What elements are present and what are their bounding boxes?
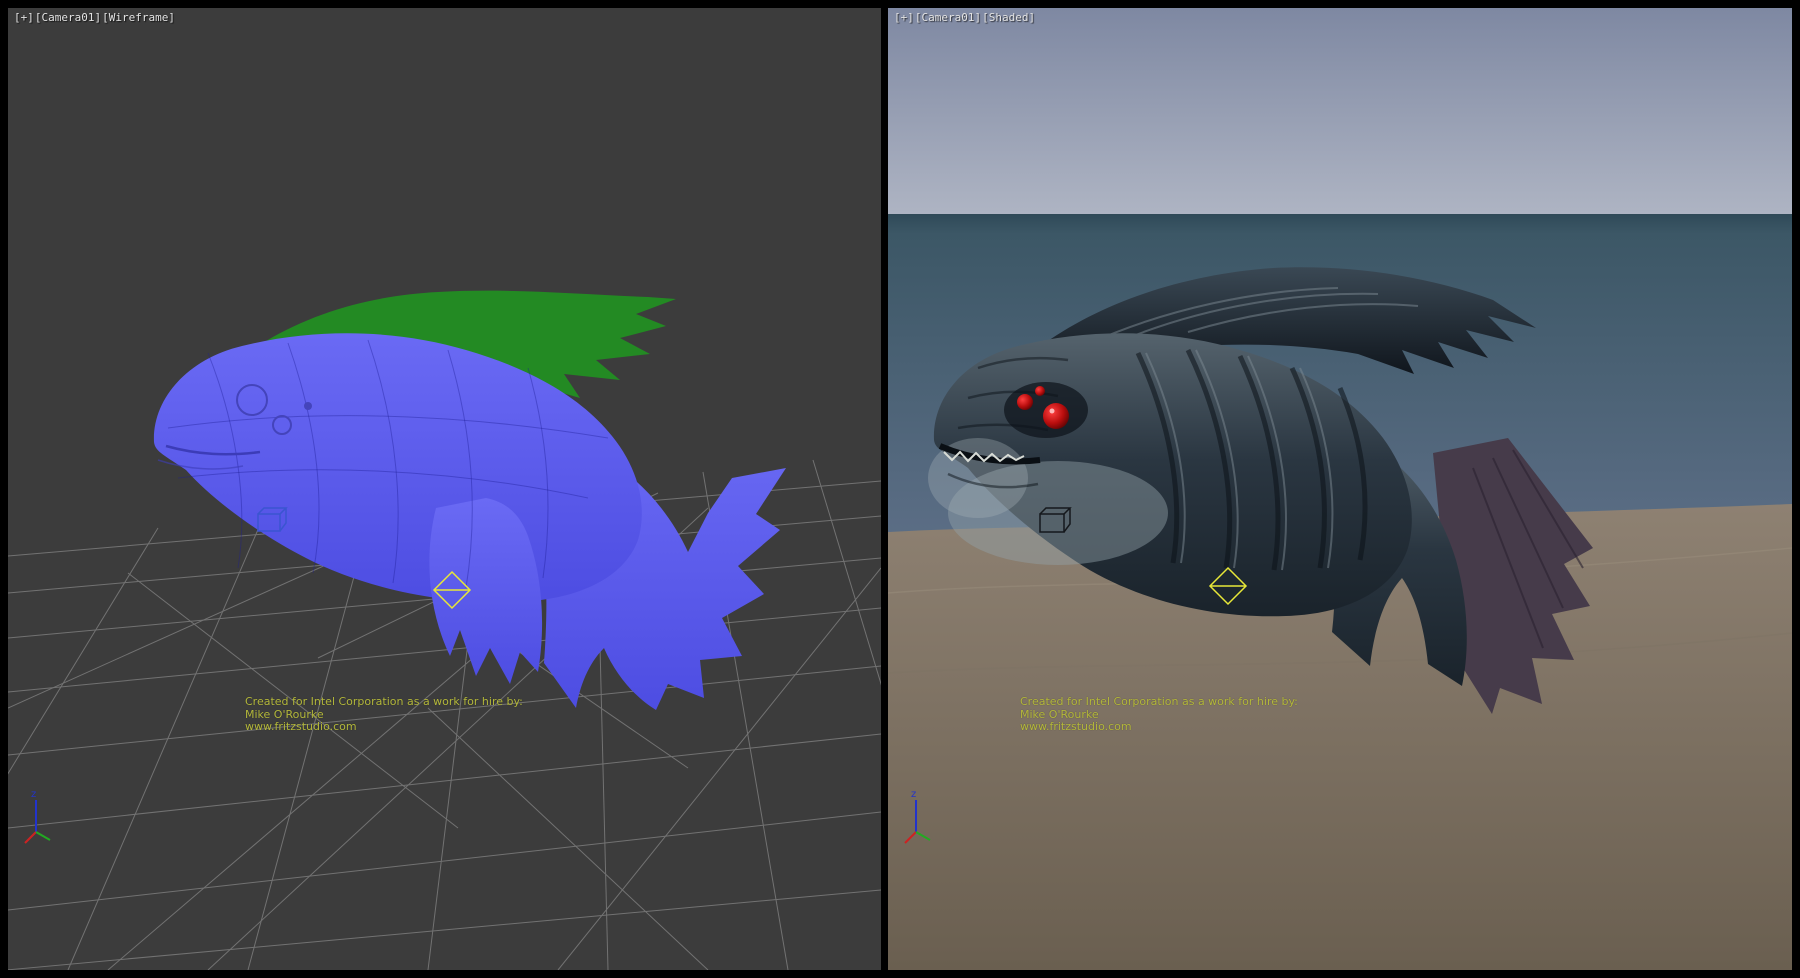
world-axis-gizmo: z [900, 786, 944, 844]
fish-eye-tertiary [1035, 386, 1045, 396]
viewport-label: [+][Camera01][Wireframe] [14, 11, 176, 24]
sky [888, 8, 1792, 214]
axis-z-label: z [911, 789, 916, 800]
viewport-menu-shading[interactable]: [Shaded] [982, 11, 1035, 24]
viewport-wireframe[interactable]: [+][Camera01][Wireframe] [8, 8, 881, 970]
viewport-menu-general[interactable]: [+] [14, 11, 34, 24]
axis-x-line [905, 832, 916, 843]
fish-eye-secondary [1017, 394, 1033, 410]
viewport-label: [+][Camera01][Shaded] [894, 11, 1036, 24]
axis-z-label: z [31, 789, 36, 800]
eye-glint [1050, 409, 1055, 414]
axis-y-line [916, 832, 930, 840]
watermark-line: Created for Intel Corporation as a work … [1020, 696, 1298, 709]
viewport-menu-camera[interactable]: [Camera01] [915, 11, 981, 24]
viewport-menu-shading[interactable]: [Wireframe] [102, 11, 175, 24]
watermark-line: www.fritzstudio.com [245, 721, 523, 734]
viewport-menu-camera[interactable]: [Camera01] [35, 11, 101, 24]
fish-eye-main [1043, 403, 1069, 429]
watermark-line: www.fritzstudio.com [1020, 721, 1298, 734]
world-axis-gizmo: z [20, 786, 64, 844]
viewport-shaded[interactable]: [+][Camera01][Shaded] [888, 8, 1792, 970]
wireframe-scene [8, 8, 881, 970]
watermark-text: Created for Intel Corporation as a work … [1020, 696, 1298, 734]
viewport-menu-general[interactable]: [+] [894, 11, 914, 24]
axis-x-line [25, 832, 36, 843]
axis-y-line [36, 832, 50, 840]
watermark-text: Created for Intel Corporation as a work … [245, 696, 523, 734]
watermark-line: Created for Intel Corporation as a work … [245, 696, 523, 709]
shaded-scene [888, 8, 1792, 970]
